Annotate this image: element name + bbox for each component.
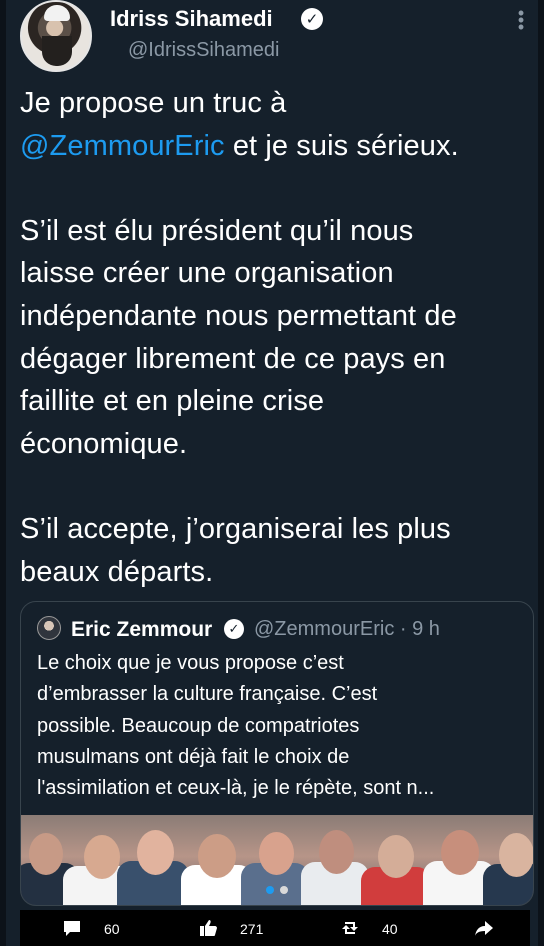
carousel-dot-active[interactable] bbox=[266, 886, 274, 894]
verified-icon: ✓ bbox=[301, 8, 323, 30]
carousel-dot[interactable] bbox=[280, 886, 288, 894]
tweet-text-line: S’il est élu président qu’il nous bbox=[20, 210, 536, 253]
quoted-author-handle-time[interactable]: @ZemmourEric · 9 h bbox=[254, 618, 440, 641]
thumbs-up-icon[interactable] bbox=[198, 918, 218, 938]
crowd-head bbox=[29, 833, 63, 875]
quoted-author-avatar[interactable] bbox=[37, 616, 61, 640]
more-options-icon[interactable]: • • • bbox=[512, 4, 530, 36]
comment-icon[interactable] bbox=[62, 918, 82, 938]
crowd-head bbox=[137, 830, 174, 875]
crowd-head bbox=[378, 835, 414, 878]
crowd-head bbox=[441, 830, 479, 875]
crowd-head bbox=[198, 834, 236, 878]
avatar-cap bbox=[44, 5, 70, 21]
tweet-text-line bbox=[20, 167, 536, 210]
tweet-text-segment: Je propose un truc à bbox=[20, 87, 287, 119]
share-arrow-icon[interactable] bbox=[474, 918, 494, 938]
tweet-text-line: faillite et en pleine crise bbox=[20, 380, 536, 423]
share-action[interactable] bbox=[474, 918, 498, 940]
crowd-head bbox=[84, 835, 120, 879]
like-action[interactable]: 271 bbox=[198, 918, 284, 940]
quoted-text-line: possible. Beaucoup de compatriotes bbox=[37, 714, 360, 737]
mention-link[interactable]: @ZemmourEric bbox=[20, 130, 225, 162]
tweet-text-line: Je propose un truc à bbox=[20, 82, 536, 125]
tweet-text-segment: S’il est élu président qu’il nous bbox=[20, 214, 414, 247]
background-overlay-text bbox=[0, 895, 430, 909]
left-edge bbox=[0, 0, 6, 946]
quoted-text-line: Le choix que je vous propose c’est bbox=[37, 652, 344, 674]
tweet-header: Idriss Sihamedi ✓ @IdrissSihamedi • • • bbox=[20, 0, 536, 78]
like-count: 271 bbox=[240, 921, 264, 937]
tweet-text-line: laisse créer une organisation bbox=[20, 252, 536, 295]
tweet-text-segment: faillite et en pleine crise bbox=[20, 385, 325, 418]
tweet-text-segment: et je suis sérieux. bbox=[224, 129, 459, 162]
tweet-text-line: @ZemmourEric et je suis sérieux. bbox=[20, 125, 536, 168]
tweet-body: Je propose un truc à @ZemmourEric et je s… bbox=[20, 82, 536, 593]
tweet-text-line: indépendante nous permettant de bbox=[20, 295, 536, 338]
tweet-text-segment: laisse créer une organisation bbox=[20, 257, 394, 290]
tweet-text-line: S’il accepte, j’organiserai les plus bbox=[20, 508, 536, 551]
retweet-icon[interactable] bbox=[340, 918, 360, 938]
tweet-text-line: économique. bbox=[20, 423, 536, 466]
tweet-screenshot: Idriss Sihamedi ✓ @IdrissSihamedi • • • Je… bbox=[0, 0, 544, 946]
quoted-tweet-text: Le choix que je vous propose c’est d’embr… bbox=[37, 648, 527, 804]
quoted-text-line: musulmans ont déjà fait le choix de bbox=[37, 745, 350, 768]
author-display-name[interactable]: Idriss Sihamedi bbox=[110, 6, 273, 32]
quoted-tweet[interactable]: Eric Zemmour ✓ @ZemmourEric · 9 h Le cho… bbox=[20, 601, 534, 906]
avatar-beard bbox=[42, 36, 72, 66]
tweet-text-segment: beaux départs. bbox=[20, 555, 214, 588]
author-avatar[interactable] bbox=[20, 0, 92, 72]
crowd-head bbox=[499, 833, 533, 877]
tweet-text-segment: dégager librement de ce pays en bbox=[20, 342, 446, 375]
tweet-text-segment: économique. bbox=[20, 427, 188, 460]
author-handle[interactable]: @IdrissSihamedi bbox=[128, 39, 279, 62]
engagement-bar: 60 271 40 bbox=[20, 910, 530, 946]
comment-count: 60 bbox=[104, 921, 120, 937]
crowd-head bbox=[319, 830, 354, 874]
crowd-head bbox=[259, 832, 294, 875]
tweet-text-line bbox=[20, 465, 536, 508]
retweet-action[interactable]: 40 bbox=[340, 918, 412, 940]
quoted-tweet-media[interactable] bbox=[21, 815, 533, 905]
tweet-text-line: dégager librement de ce pays en bbox=[20, 338, 536, 381]
tweet-text-segment: indépendante nous permettant de bbox=[20, 299, 457, 332]
quoted-text-line: l'assimilation et ceux-là, je le répète,… bbox=[37, 777, 435, 800]
right-edge bbox=[538, 0, 544, 946]
retweet-count: 40 bbox=[382, 921, 398, 937]
quoted-author-name[interactable]: Eric Zemmour bbox=[71, 618, 212, 642]
tweet-text-segment: S’il accepte, j’organiserai les plus bbox=[20, 512, 451, 545]
verified-icon: ✓ bbox=[224, 619, 244, 639]
comment-action[interactable]: 60 bbox=[62, 918, 124, 940]
quoted-text-line: d’embrasser la culture française. C’est bbox=[37, 683, 378, 706]
tweet-text-line: beaux départs. bbox=[20, 551, 536, 594]
